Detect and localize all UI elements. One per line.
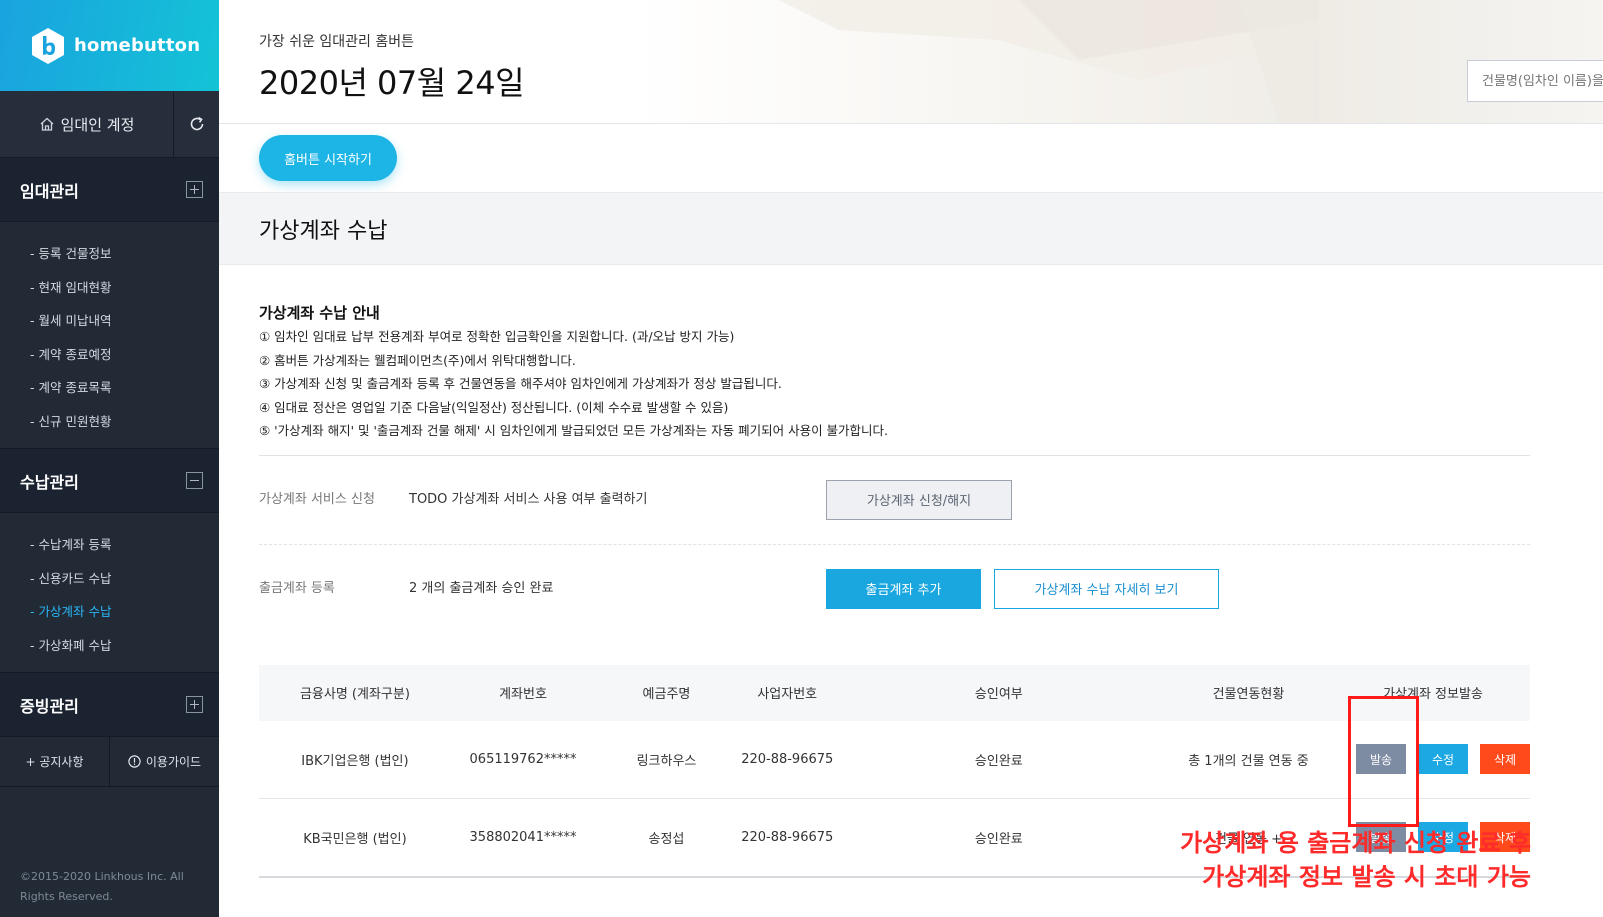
- service-status: TODO 가상계좌 서비스 사용 여부 출력하기: [409, 491, 648, 507]
- sidebar-item-crypto[interactable]: - 가상화폐 수납: [0, 629, 219, 663]
- page-header: 가장 쉬운 임대관리 홈버튼 2020년 07월 24일: [219, 0, 1603, 124]
- info-circle-icon: [128, 755, 141, 768]
- delete-button[interactable]: 삭제: [1479, 744, 1530, 775]
- menu-section-rental[interactable]: 임대관리: [0, 158, 219, 222]
- bottom-links: + 공지사항 이용가이드: [0, 737, 219, 787]
- annotation-highlight-box: [1348, 696, 1419, 827]
- brand-name: homebutton: [74, 35, 201, 56]
- plus-box-icon[interactable]: [186, 696, 203, 713]
- rental-menu-list: - 등록 건물정보 - 현재 임대현황 - 월세 미납내역 - 계약 종료예정 …: [0, 222, 219, 449]
- guide-line: ④ 임대료 정산은 영업일 기준 다음날(익일정산) 정산됩니다. (이체 수수…: [259, 399, 729, 415]
- business-number: 220-88-96675: [741, 829, 834, 845]
- guide-label: 이용가이드: [145, 755, 202, 769]
- guide-line: ② 홈버튼 가상계좌는 웰컴페이먼츠(주)에서 위탁대행합니다.: [259, 352, 576, 368]
- business-number: 220-88-96675: [741, 751, 834, 767]
- building-link-status[interactable]: 총 1개의 건물 연동 중: [1161, 721, 1336, 799]
- menu-section-evidence[interactable]: 증빙관리: [0, 673, 219, 737]
- view-details-button[interactable]: 가상계좌 수납 자세히 보기: [994, 568, 1219, 609]
- add-withdraw-account-button[interactable]: 출금계좌 추가: [826, 568, 981, 609]
- withdraw-label: 출금계좌 등록: [259, 580, 335, 596]
- column-header: 승인여부: [974, 687, 1023, 702]
- header-background-image: [779, 0, 1319, 123]
- sidebar-item-credit-card[interactable]: - 신용카드 수납: [0, 562, 219, 596]
- sidebar-item-ended-contracts[interactable]: - 계약 종료목록: [0, 371, 219, 405]
- sidebar-item-virtual-account[interactable]: - 가상계좌 수납: [0, 595, 219, 629]
- table-row: IBK기업은행 (법인) 065119762***** 링크하우스 220-88…: [259, 721, 1530, 799]
- sidebar-item-expiring-contracts[interactable]: - 계약 종료예정: [0, 338, 219, 372]
- account-label: 임대인 계정: [60, 115, 135, 134]
- edit-button[interactable]: 수정: [1417, 744, 1468, 775]
- sidebar-item-receiving-account[interactable]: - 수납계좌 등록: [0, 528, 219, 562]
- menu-section-title: 임대관리: [20, 181, 79, 201]
- payment-menu-list: - 수납계좌 등록 - 신용카드 수납 - 가상계좌 수납 - 가상화폐 수납: [0, 513, 219, 673]
- search-input[interactable]: [1467, 60, 1603, 102]
- annotation-text: 가상계좌 용 출금계좌 신청 완료 후 가상계좌 정보 발송 시 초대 가능: [1180, 826, 1531, 894]
- sidebar-item-registered-buildings[interactable]: - 등록 건물정보: [0, 237, 219, 271]
- guide-link[interactable]: 이용가이드: [109, 737, 219, 786]
- column-header: 예금주명: [642, 687, 691, 702]
- bank-name: KB국민은행 (법인): [303, 831, 407, 847]
- column-header: 건물연동현황: [1212, 687, 1285, 702]
- menu-section-title: 수납관리: [20, 472, 79, 492]
- page-date: 2020년 07월 24일: [259, 64, 525, 102]
- app-root: homebutton 임대인 계정 임대관리 - 등록 건물정보 - 현재 임대…: [0, 0, 1603, 917]
- withdraw-row: 출금계좌 등록 2 개의 출금계좌 승인 완료 출금계좌 추가 가상계좌 수납 …: [259, 545, 1556, 633]
- account-number-link[interactable]: 358802041*****: [451, 799, 595, 877]
- account-bar: 임대인 계정: [0, 91, 219, 158]
- section-title-band: 가상계좌 수납: [219, 192, 1603, 265]
- guide-line: ① 임차인 임대료 납부 전용계좌 부여로 정확한 입금확인을 지원합니다. (…: [259, 329, 735, 344]
- home-icon: [40, 117, 54, 131]
- menu-section-title: 증빙관리: [20, 696, 79, 716]
- service-label: 가상계좌 서비스 신청: [259, 491, 375, 507]
- virtual-account-apply-button[interactable]: 가상계좌 신청/해지: [826, 479, 1012, 520]
- approval-status: 승인완료: [974, 753, 1023, 769]
- landlord-account-button[interactable]: 임대인 계정: [0, 91, 173, 157]
- sidebar: homebutton 임대인 계정 임대관리 - 등록 건물정보 - 현재 임대…: [0, 0, 219, 917]
- notice-label: + 공지사항: [25, 755, 84, 769]
- logo-icon: [32, 27, 64, 64]
- refresh-button[interactable]: [173, 91, 219, 157]
- notice-link[interactable]: + 공지사항: [0, 737, 109, 786]
- service-row: 가상계좌 서비스 신청 TODO 가상계좌 서비스 사용 여부 출력하기 가상계…: [259, 456, 1556, 544]
- guide-line: ③ 가상계좌 신청 및 출금계좌 등록 후 건물연동을 해주셔야 임차인에게 가…: [259, 376, 782, 391]
- sidebar-item-unpaid-rent[interactable]: - 월세 미납내역: [0, 304, 219, 338]
- refresh-icon: [190, 116, 203, 131]
- table-header-row: 금융사명 (계좌구분) 계좌번호 예금주명 사업자번호 승인여부 건물연동현황 …: [259, 664, 1530, 721]
- account-holder: 송정섭: [648, 831, 685, 847]
- sidebar-item-current-rental[interactable]: - 현재 임대현황: [0, 271, 219, 305]
- start-homebutton-button[interactable]: 홈버튼 시작하기: [259, 135, 397, 181]
- annotation-line: 가상계좌 정보 발송 시 초대 가능: [1202, 863, 1531, 891]
- copyright: ©2015-2020 Linkhous Inc. All Rights Rese…: [20, 870, 184, 903]
- column-header: 사업자번호: [757, 687, 818, 702]
- guide-list: ① 임차인 임대료 납부 전용계좌 부여로 정확한 입금확인을 지원합니다. (…: [259, 325, 1556, 443]
- withdraw-status: 2 개의 출금계좌 승인 완료: [409, 580, 554, 596]
- page-title: 가상계좌 수납: [259, 219, 388, 244]
- tagline: 가장 쉬운 임대관리 홈버튼: [259, 34, 415, 50]
- column-header: 금융사명 (계좌구분): [299, 687, 410, 702]
- guide-title: 가상계좌 수납 안내: [259, 304, 380, 322]
- sidebar-item-new-complaints[interactable]: - 신규 민원현황: [0, 405, 219, 439]
- menu-section-payment[interactable]: 수납관리: [0, 449, 219, 513]
- annotation-line: 가상계좌 용 출금계좌 신청 완료 후: [1180, 829, 1531, 857]
- bank-name: IBK기업은행 (법인): [301, 753, 409, 769]
- column-header: 계좌번호: [499, 687, 547, 702]
- minus-box-icon[interactable]: [186, 472, 203, 489]
- account-number-link[interactable]: 065119762*****: [451, 721, 595, 799]
- plus-box-icon[interactable]: [186, 181, 203, 198]
- account-holder: 링크하우스: [636, 753, 697, 769]
- start-band: 홈버튼 시작하기: [219, 125, 1603, 192]
- guide-line: ⑤ '가상계좌 해지' 및 '출금계좌 건물 해제' 시 임차인에게 발급되었던…: [259, 423, 889, 438]
- logo-bar[interactable]: homebutton: [0, 0, 219, 91]
- approval-status: 승인완료: [974, 831, 1023, 847]
